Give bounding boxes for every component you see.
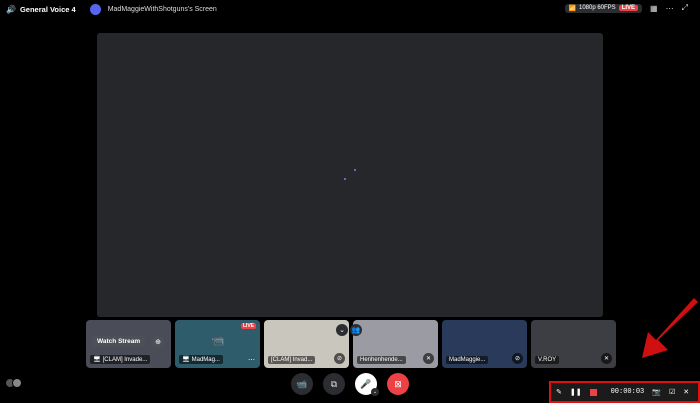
tile-label: MadMaggie...: [446, 356, 489, 364]
speaker-icon: 🔊: [6, 4, 16, 14]
people-icon[interactable]: 👥: [350, 324, 362, 336]
more-icon[interactable]: ⋯: [248, 356, 255, 364]
participant-tile[interactable]: LIVE 📹 🖥 MadMag... ⋯: [175, 320, 260, 368]
cursor-dot: [344, 178, 346, 180]
tile-label-text: V.ROY: [538, 357, 557, 363]
quality-badge[interactable]: 📶 1080p 60FPS LIVE: [564, 3, 643, 13]
screen-icon: 🖥: [93, 357, 101, 363]
add-stream-icon[interactable]: ⊕: [152, 336, 164, 348]
camera-icon[interactable]: 📷: [652, 388, 661, 396]
checkbox-icon[interactable]: ☑: [669, 388, 675, 396]
tile-label: 🖥 MadMag...: [179, 355, 223, 364]
quality-text: 1080p 60FPS: [578, 5, 616, 11]
tile-label-text: [CLAM] Invad...: [271, 357, 313, 363]
more-options-icon[interactable]: ⋯: [666, 4, 674, 13]
tile-label-text: MadMaggie...: [449, 357, 486, 363]
cursor-dot: [354, 169, 356, 171]
avatar: [12, 378, 22, 388]
camera-icon: 📹: [296, 378, 308, 389]
mute-button[interactable]: 🎤 ⌄: [355, 373, 379, 396]
participant-tile[interactable]: Henhenhende... ✕: [353, 320, 438, 368]
call-controls: 📹 ⧉ 🎤 ⌄ ⊠: [291, 373, 409, 396]
channel-title: General Voice 4: [19, 4, 76, 14]
header: 🔊 General Voice 4 MadMaggieWithShotguns'…: [0, 0, 700, 18]
screen-icon: 🖥: [182, 357, 190, 363]
people-toggle[interactable]: ⌄ 👥: [336, 324, 362, 336]
activity-avatars[interactable]: [5, 378, 22, 388]
tile-label-text: MadMag...: [191, 356, 220, 363]
chevron-down-icon[interactable]: ⌄: [336, 324, 348, 336]
camera-button[interactable]: 📹: [291, 373, 313, 395]
red-arrow-icon: [642, 298, 698, 358]
tile-label-text: [CLAM] Invade...: [102, 356, 148, 363]
stop-icon[interactable]: [589, 388, 597, 396]
recorder-bar: ✎ ❚❚ 00:00:03 📷 ☑ ✕: [549, 381, 700, 403]
grid-layout-icon[interactable]: ▦: [650, 4, 658, 13]
live-badge: LIVE: [240, 323, 256, 329]
chevron-down-icon[interactable]: ⌄: [371, 388, 379, 396]
deafen-icon: ⊘: [512, 353, 523, 364]
tile-label: [CLAM] Invad...: [268, 356, 316, 364]
tile-label: Henhenhende...: [357, 356, 406, 364]
participant-tile[interactable]: MadMaggie... ⊘: [442, 320, 527, 368]
stream-stage[interactable]: [97, 33, 603, 317]
header-left: 🔊 General Voice 4 MadMaggieWithShotguns'…: [0, 3, 217, 15]
pen-icon[interactable]: ✎: [556, 388, 562, 396]
mute-icon: ✕: [601, 353, 612, 364]
watch-stream-button[interactable]: Watch Stream: [92, 336, 146, 347]
streamer-avatar: [89, 3, 101, 15]
participant-tile[interactable]: V.ROY ✕: [531, 320, 616, 368]
participant-tile[interactable]: Watch Stream ⊕ 🖥 [CLAM] Invade...: [86, 320, 171, 368]
share-screen-button[interactable]: ⧉: [323, 373, 345, 395]
tile-label-text: Henhenhende...: [360, 357, 403, 363]
close-icon[interactable]: ✕: [683, 388, 689, 396]
header-right: 📶 1080p 60FPS LIVE ▦ ⋯ ⤢: [564, 3, 688, 13]
mic-off-icon: 🎤: [360, 378, 372, 389]
fullscreen-icon[interactable]: ⤢: [682, 3, 688, 13]
screen-share-off-icon: ⊠: [394, 378, 402, 389]
signal-icon: 📶: [568, 5, 576, 12]
stop-stream-button[interactable]: ⊠: [387, 373, 409, 395]
camera-icon: 📹: [211, 335, 225, 347]
screen-share-icon: ⧉: [330, 378, 338, 389]
deafen-icon: ⊘: [334, 353, 345, 364]
pause-icon[interactable]: ❚❚: [570, 388, 582, 396]
screen-title: MadMaggieWithShotguns's Screen: [107, 5, 217, 13]
tile-label: 🖥 [CLAM] Invade...: [90, 355, 151, 364]
mute-icon: ✕: [423, 353, 434, 364]
recording-time: 00:00:03: [610, 388, 645, 396]
live-badge: LIVE: [618, 5, 639, 11]
tile-label: V.ROY: [535, 356, 560, 364]
